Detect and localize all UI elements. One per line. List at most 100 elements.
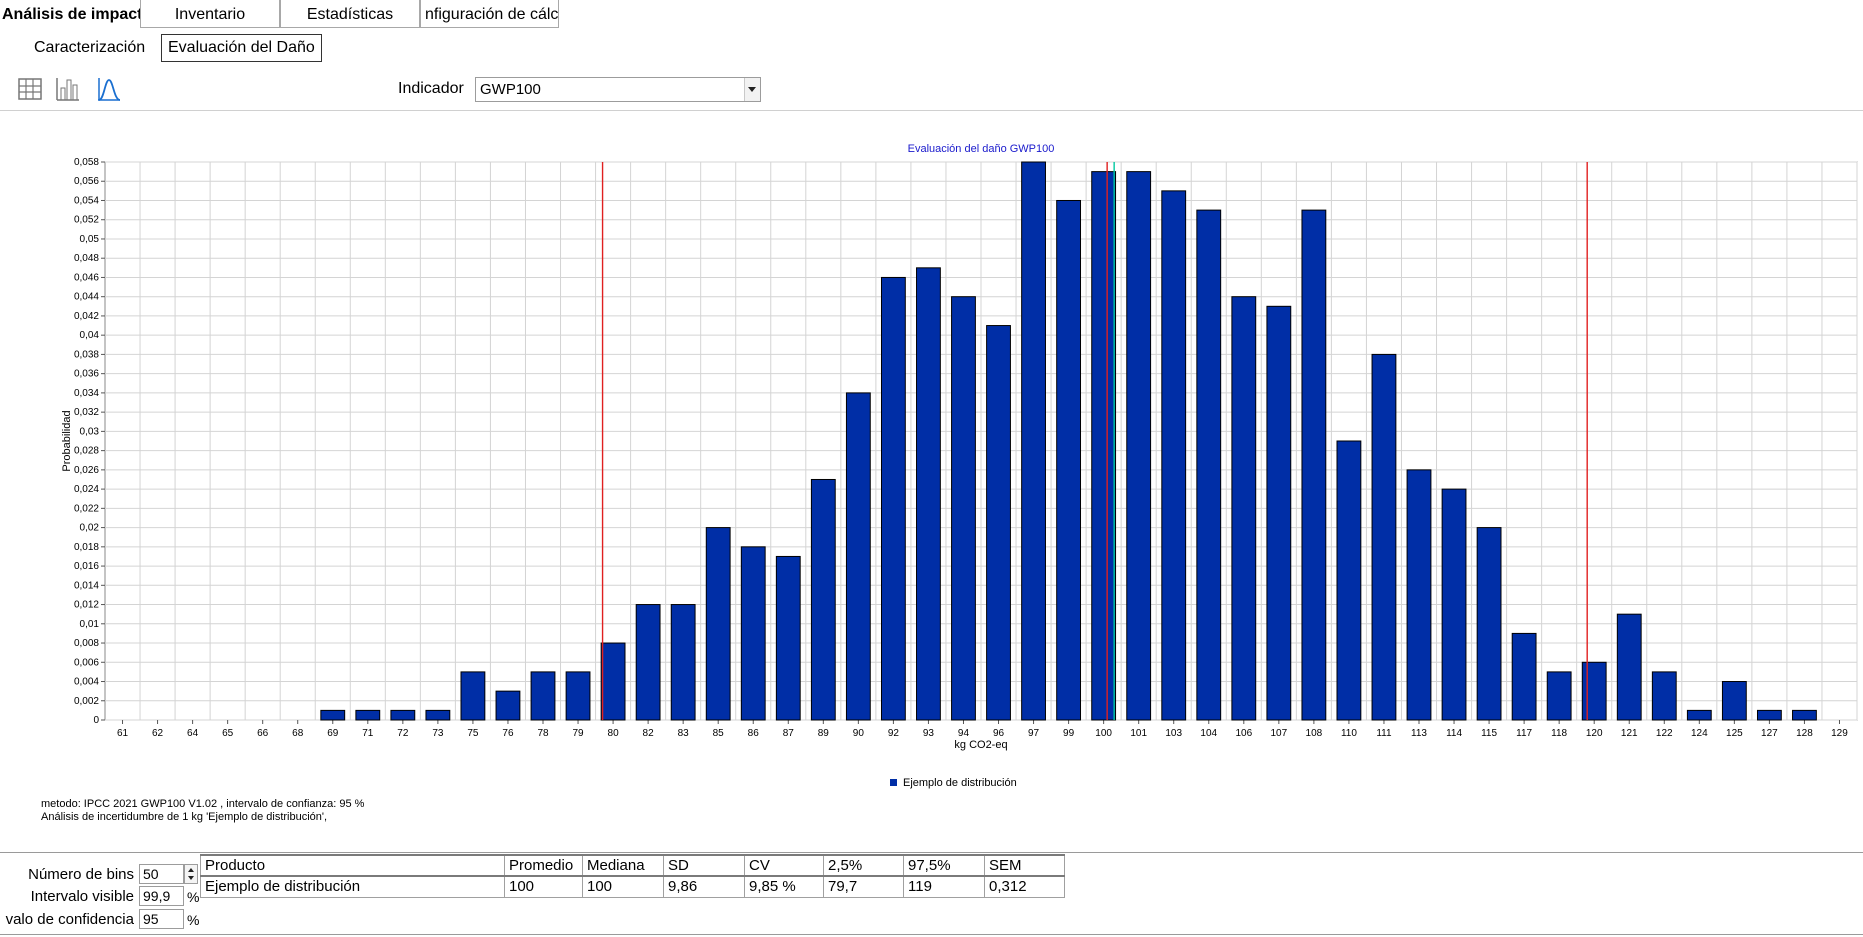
chart-title: Evaluación del daño GWP100 (908, 143, 1055, 155)
y-tick-label: 0,036 (74, 369, 99, 380)
confidence-interval-unit: % (187, 912, 200, 928)
y-tick-label: 0,016 (74, 561, 99, 572)
table-header-row: Producto Promedio Mediana SD CV 2,5% 97,… (200, 854, 1065, 877)
visible-interval-input[interactable]: 99,9 (139, 886, 184, 906)
x-tick-label: 127 (1761, 728, 1778, 739)
x-tick-label: 115 (1481, 728, 1497, 739)
tab-impact-analysis[interactable]: Análisis de impacto (0, 0, 140, 28)
histogram-bar (355, 709, 381, 721)
x-tick-label: 66 (257, 728, 269, 739)
y-tick-label: 0,024 (74, 484, 99, 495)
x-tick-label: 86 (748, 728, 760, 739)
table-row[interactable]: Ejemplo de distribución 100 100 9,86 9,8… (200, 875, 1065, 898)
x-axis-label: kg CO2-eq (954, 739, 1007, 751)
distribution-curve-icon[interactable] (96, 76, 122, 102)
tab-statistics[interactable]: Estadísticas (280, 0, 420, 28)
cell-sd: 9,86 (663, 875, 745, 898)
y-tick-label: 0,044 (74, 292, 99, 303)
histogram-bar (1091, 171, 1117, 721)
y-tick-label: 0,01 (80, 619, 100, 630)
bins-stepper[interactable] (184, 864, 198, 884)
x-tick-label: 101 (1130, 728, 1147, 739)
x-tick-label: 124 (1691, 728, 1708, 739)
y-tick-label: 0,048 (74, 253, 99, 264)
x-tick-label: 92 (888, 728, 900, 739)
histogram-bar (1371, 353, 1397, 721)
bar-chart-icon[interactable] (55, 76, 81, 102)
x-tick-label: 64 (187, 728, 199, 739)
y-tick-label: 0,012 (74, 600, 99, 611)
cell-p97-5: 119 (903, 875, 985, 898)
histogram-bar (1196, 209, 1222, 721)
window-bottom-border (0, 934, 1863, 935)
x-tick-label: 61 (117, 728, 129, 739)
y-tick-label: 0,052 (74, 215, 99, 226)
y-tick-label: 0,014 (74, 580, 99, 591)
histogram-bar (1651, 671, 1677, 721)
x-tick-label: 72 (397, 728, 409, 739)
y-tick-label: 0,05 (80, 234, 100, 245)
y-tick-label: 0,056 (74, 176, 99, 187)
subtab-damage-assessment[interactable]: Evaluación del Daño (161, 34, 322, 62)
cell-cv: 9,85 % (744, 875, 824, 898)
x-tick-label: 96 (993, 728, 1005, 739)
x-tick-label: 100 (1095, 728, 1112, 739)
main-tab-bar: Análisis de impacto Inventario Estadísti… (0, 0, 1863, 30)
histogram-bar (1231, 296, 1257, 721)
statistics-table: Producto Promedio Mediana SD CV 2,5% 97,… (200, 854, 1065, 898)
header-p97-5[interactable]: 97,5% (903, 854, 985, 877)
x-tick-label: 82 (643, 728, 655, 739)
cell-sem: 0,312 (984, 875, 1065, 898)
histogram-bar (1581, 661, 1607, 721)
histogram-bar (1511, 632, 1537, 721)
indicator-value: GWP100 (480, 81, 541, 98)
header-cv[interactable]: CV (744, 854, 824, 877)
toolbar-divider (0, 110, 1863, 111)
header-sd[interactable]: SD (663, 854, 745, 877)
stepper-arrows-icon[interactable] (185, 865, 197, 883)
histogram-bar (1336, 440, 1362, 721)
histogram-bar (1021, 161, 1046, 721)
header-median[interactable]: Mediana (582, 854, 664, 877)
y-tick-label: 0,008 (74, 638, 99, 649)
x-tick-label: 99 (1063, 728, 1075, 739)
confidence-interval-input[interactable]: 95 (139, 909, 184, 929)
x-tick-label: 90 (853, 728, 865, 739)
x-tick-label: 69 (327, 728, 339, 739)
x-tick-label: 76 (502, 728, 514, 739)
subtab-characterization[interactable]: Caracterización (28, 34, 151, 62)
header-sem[interactable]: SEM (984, 854, 1065, 877)
histogram-bar (460, 671, 486, 721)
header-product[interactable]: Producto (200, 854, 505, 877)
x-tick-label: 113 (1411, 728, 1427, 739)
indicator-select[interactable]: GWP100 (475, 77, 761, 102)
x-tick-label: 104 (1200, 728, 1217, 739)
y-tick-label: 0,02 (80, 523, 100, 534)
chevron-down-icon[interactable] (744, 78, 760, 101)
x-tick-label: 117 (1516, 728, 1532, 739)
table-icon[interactable] (17, 76, 43, 102)
histogram-bar (425, 709, 451, 721)
tab-calculation-settings[interactable]: nfiguración de cálcu (420, 0, 559, 28)
histogram-bar (495, 690, 521, 721)
header-mean[interactable]: Promedio (504, 854, 583, 877)
bins-input[interactable]: 50 (139, 864, 184, 884)
header-p2-5[interactable]: 2,5% (823, 854, 904, 877)
histogram-bar (1546, 671, 1572, 721)
x-tick-label: 103 (1165, 728, 1182, 739)
histogram-bar (390, 709, 416, 721)
y-tick-label: 0,04 (80, 330, 100, 341)
tab-inventory[interactable]: Inventario (140, 0, 280, 28)
histogram-bar (1406, 469, 1432, 721)
bottom-panel-divider (0, 852, 1863, 853)
x-tick-label: 89 (818, 728, 830, 739)
x-tick-label: 79 (572, 728, 584, 739)
x-tick-label: 93 (923, 728, 935, 739)
x-tick-label: 85 (713, 728, 725, 739)
histogram-bar (1161, 190, 1187, 721)
legend-swatch (890, 779, 897, 786)
y-tick-label: 0,032 (74, 407, 99, 418)
bins-label: Número de bins (28, 866, 134, 883)
y-tick-label: 0,058 (74, 157, 99, 168)
cell-median: 100 (582, 875, 664, 898)
